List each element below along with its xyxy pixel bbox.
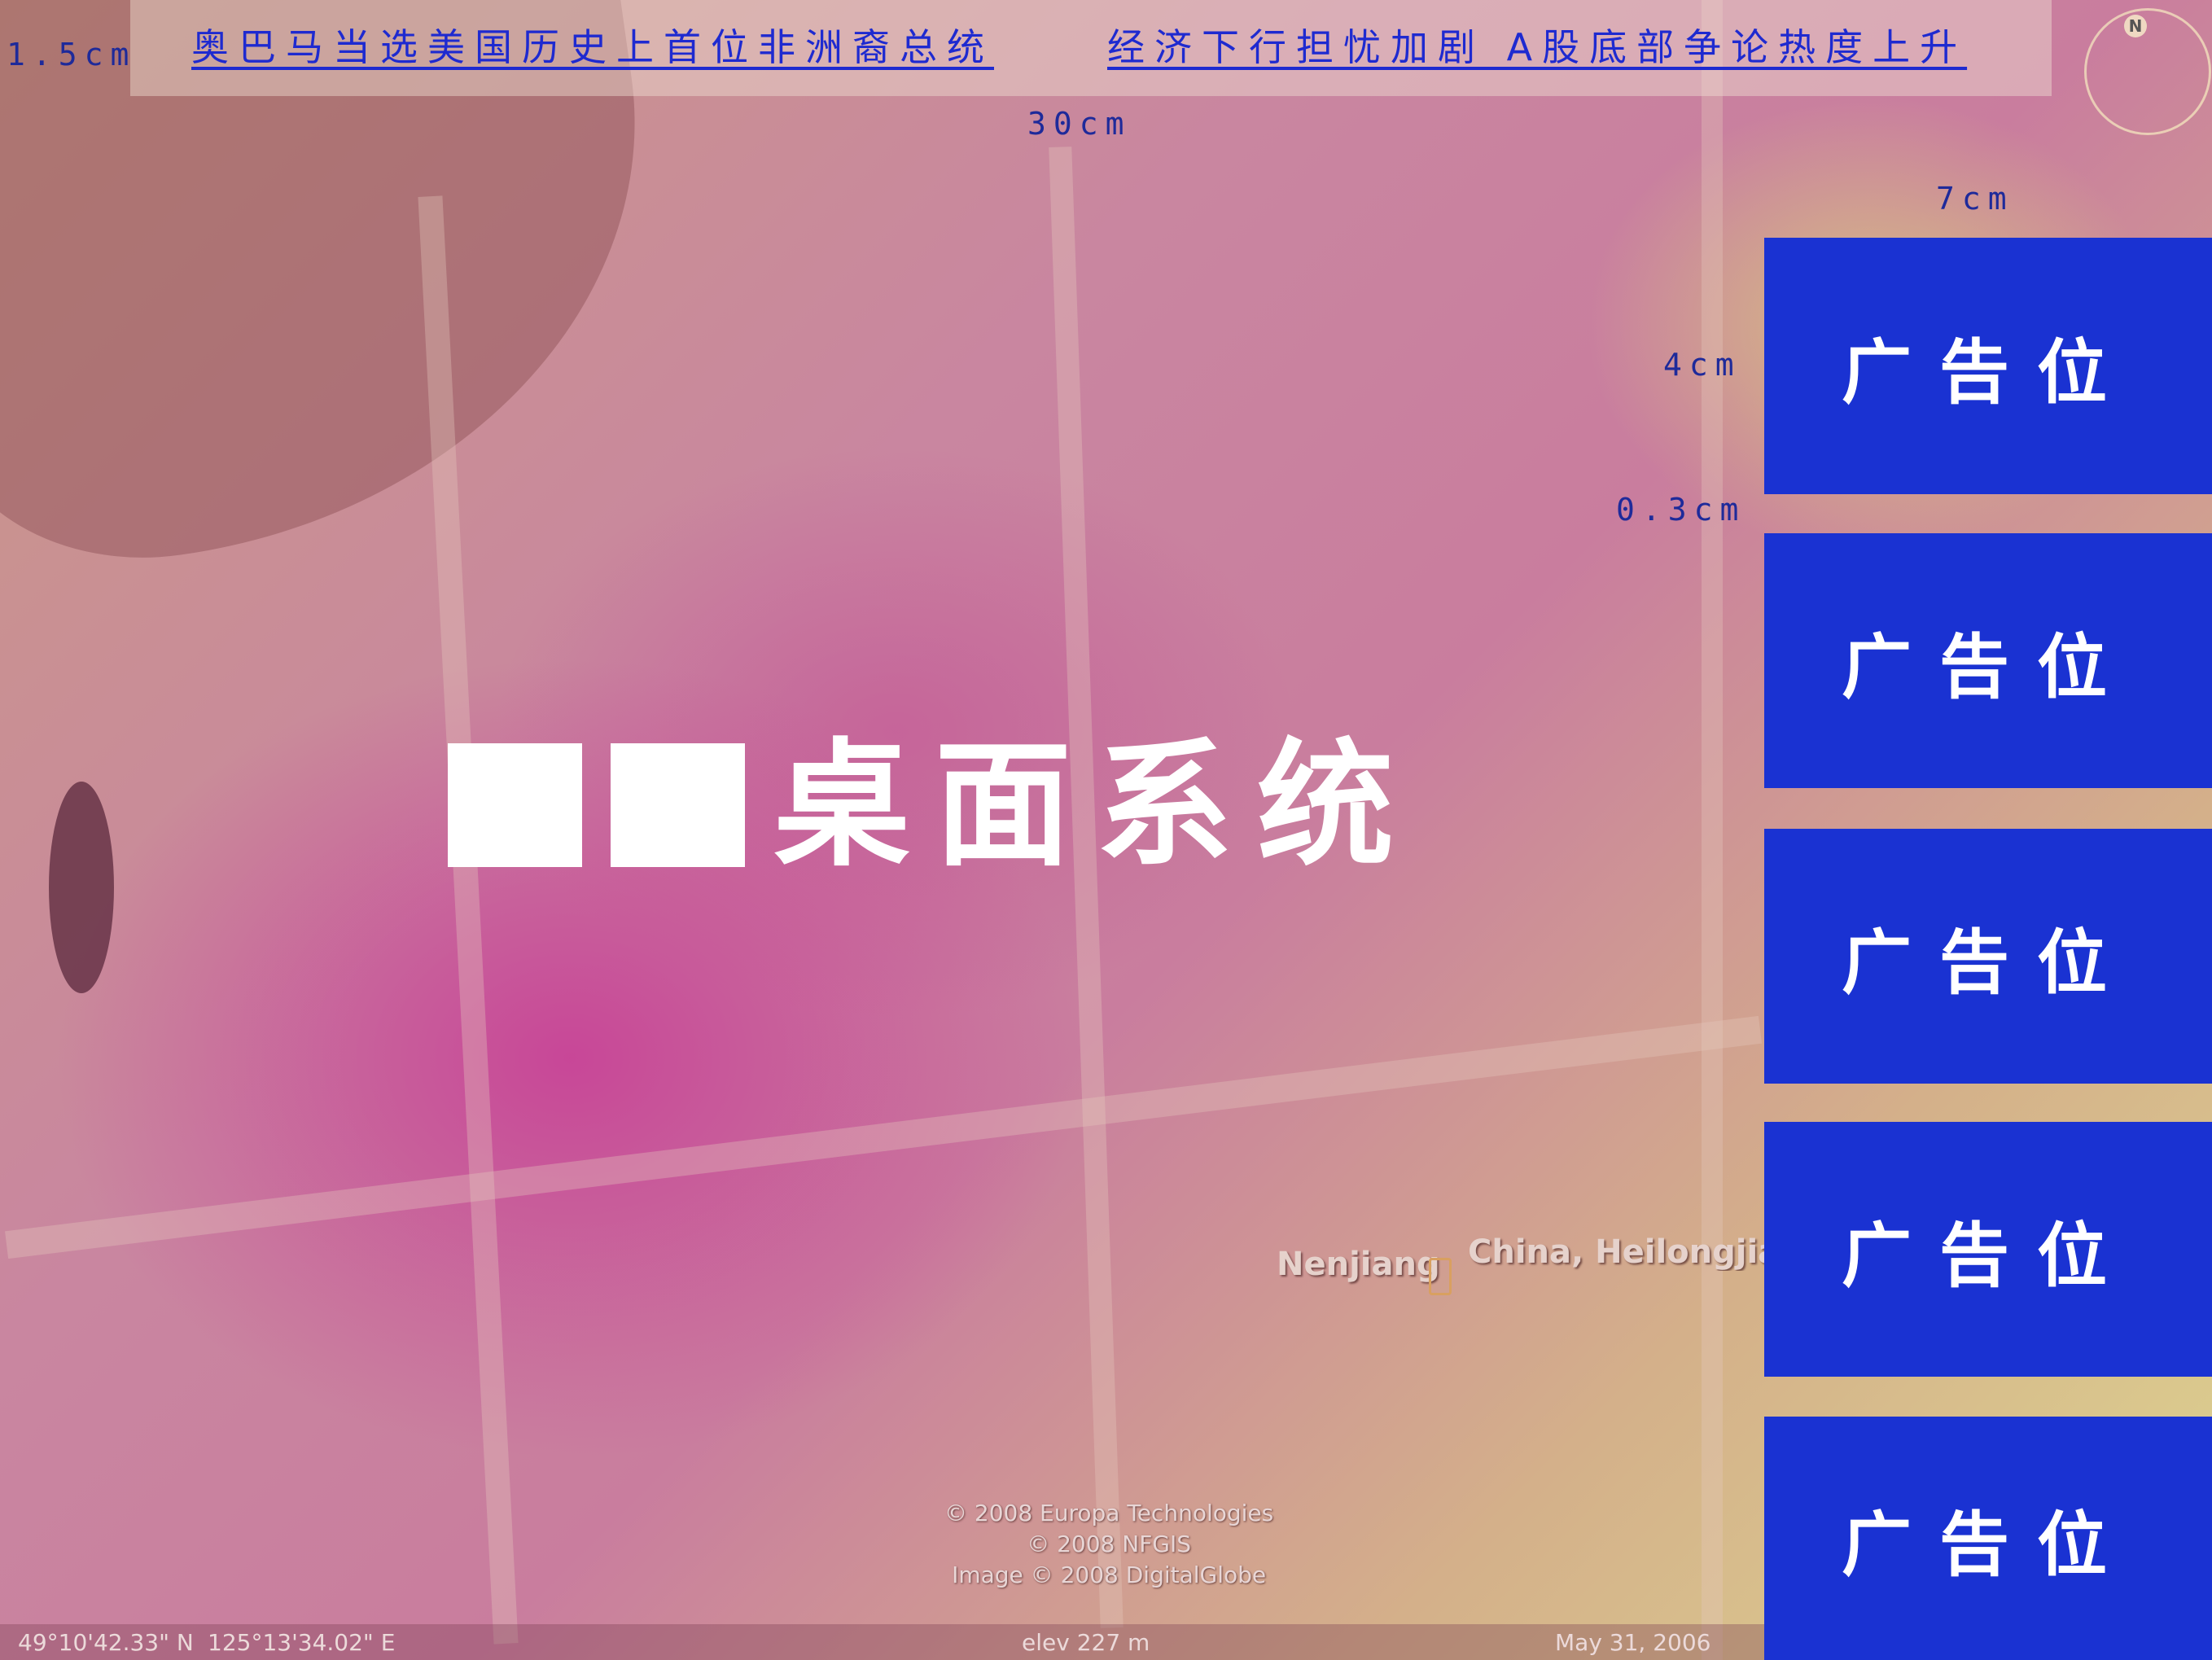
ad-slot-label: 广告位 — [1842, 922, 2135, 1004]
map-status-bar: 49°10'42.33" N 125°13'34.02" E elev 227 … — [0, 1624, 1764, 1660]
ad-slot-2[interactable]: 广告位 — [1764, 533, 2212, 788]
ad-slot-label: 广告位 — [1842, 332, 2135, 414]
copyright-line: © 2008 NFGIS — [1027, 1531, 1192, 1557]
main-title-text: 桌面系统 — [773, 725, 1418, 885]
compass-north-icon[interactable]: N — [2124, 15, 2147, 37]
scale-label-ad-width: 7cm — [1936, 181, 2014, 217]
title-placeholder-block — [611, 743, 745, 867]
map-pin-icon — [1429, 1258, 1452, 1295]
scale-label-top-height: 1.5cm — [7, 37, 137, 72]
ad-slot-3[interactable]: 广告位 — [1764, 829, 2212, 1084]
news-link-obama[interactable]: 奥巴马当选美国历史上首位非洲裔总统 — [191, 18, 994, 72]
title-placeholder-block — [448, 743, 582, 867]
ad-slot-label: 广告位 — [1842, 1215, 2135, 1297]
imagery-date: May 31, 2006 — [1555, 1629, 1711, 1656]
ad-slot-label: 广告位 — [1842, 1505, 2135, 1586]
ad-slot-label: 广告位 — [1842, 627, 2135, 708]
news-link-economy[interactable]: 经济下行担忧加剧 A股底部争论热度上升 — [1107, 18, 1967, 72]
copyright-line: Image © 2008 DigitalGlobe — [952, 1561, 1267, 1588]
longitude-readout: 125°13'34.02" E — [208, 1629, 396, 1656]
ad-slot-4[interactable]: 广告位 — [1764, 1122, 2212, 1377]
map-lake — [49, 782, 114, 993]
scale-label-ad-gap: 0.3cm — [1616, 492, 1746, 528]
map-road — [1702, 0, 1723, 1660]
map-region-label: China, Heilongjiang — [1468, 1233, 1764, 1271]
latitude-readout: 49°10'42.33" N — [18, 1629, 194, 1656]
ad-slot-1[interactable]: 广告位 — [1764, 238, 2212, 494]
copyright-line: © 2008 Europa Technologies — [944, 1500, 1274, 1526]
scale-label-ad-height: 4cm — [1663, 347, 1741, 383]
ad-slot-5[interactable]: 广告位 — [1764, 1417, 2212, 1660]
map-place-label: Nenjiang — [1277, 1246, 1440, 1283]
elevation-readout: elev 227 m — [1022, 1629, 1150, 1656]
map-copyright: © 2008 Europa Technologies © 2008 NFGIS … — [944, 1498, 1273, 1591]
compass-ring[interactable] — [2084, 8, 2211, 135]
scale-label-banner-width: 30cm — [1027, 106, 1132, 142]
main-title: 桌面系统 — [448, 737, 1418, 874]
